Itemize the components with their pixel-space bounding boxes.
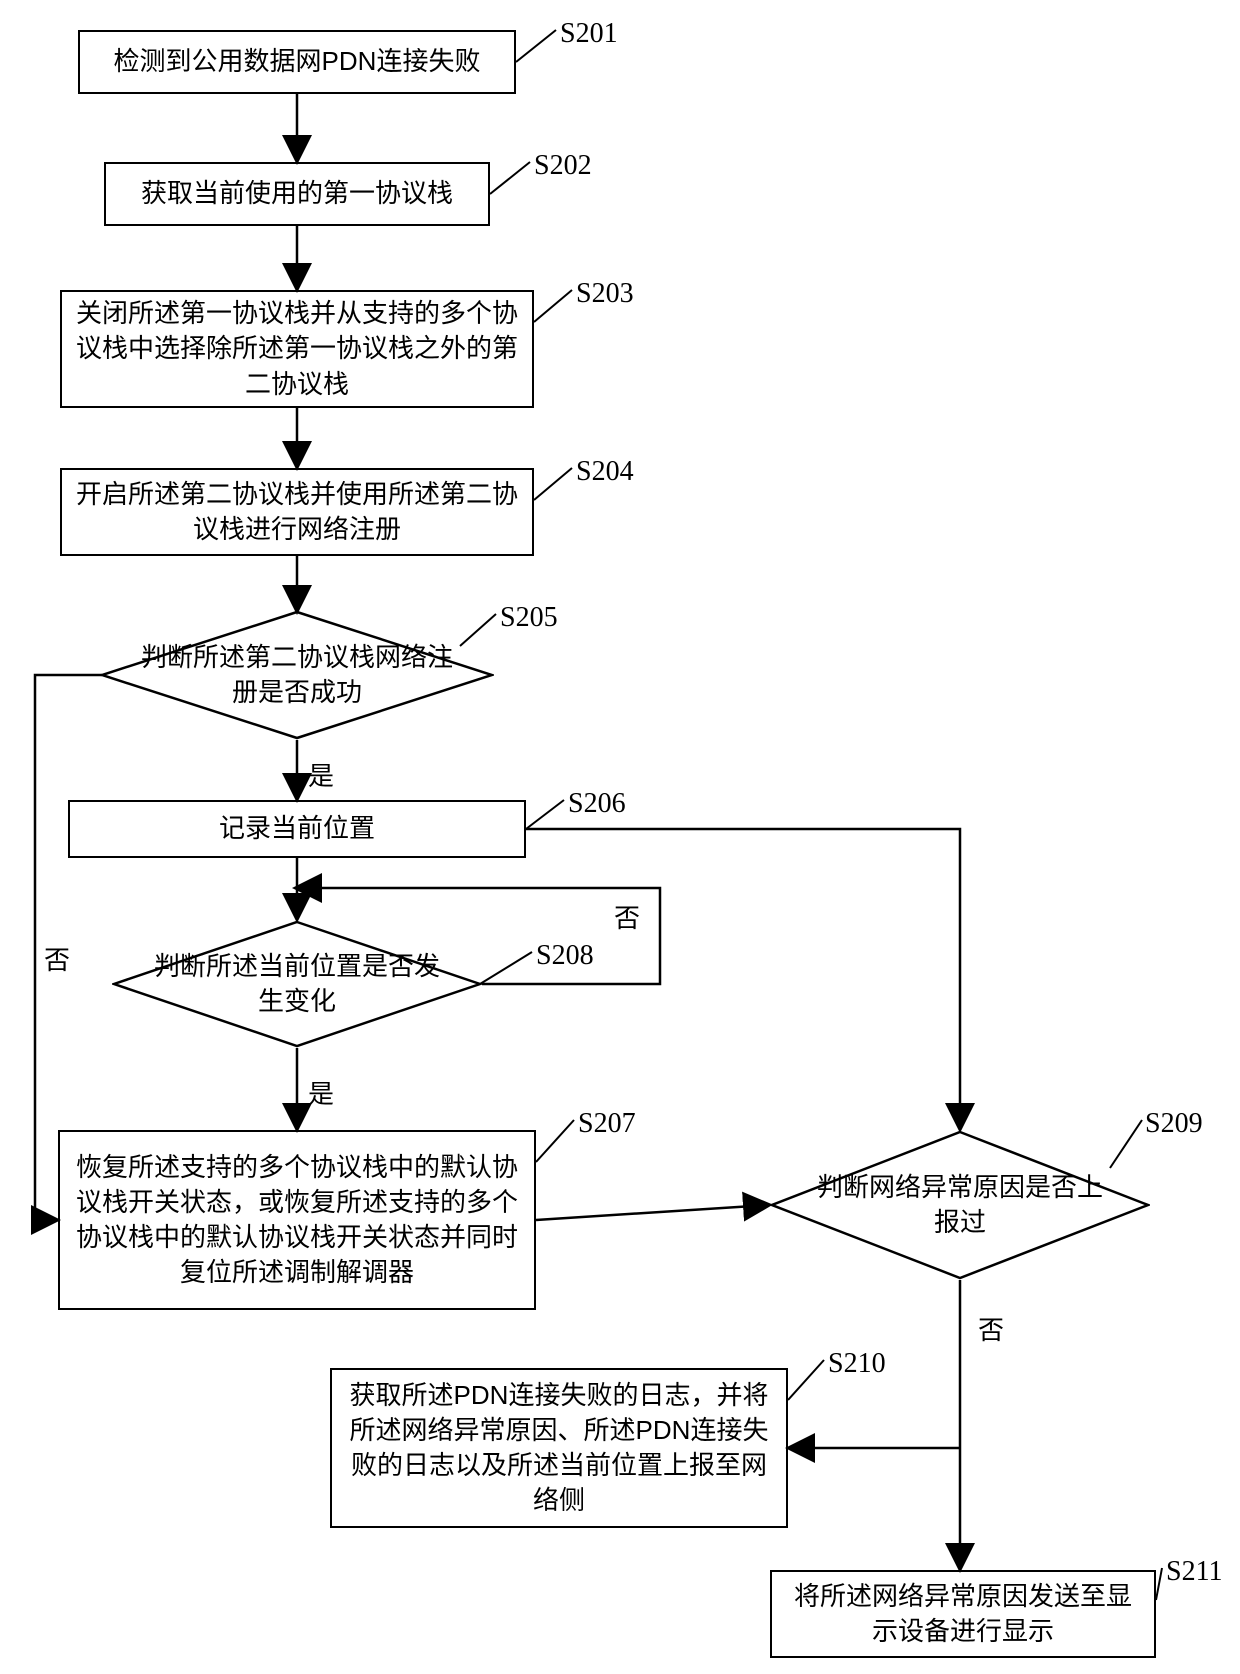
- process-box: 获取所述PDN连接失败的日志，并将所述网络异常原因、所述PDN连接失败的日志以及…: [330, 1368, 788, 1528]
- decision-diamond: 判断网络异常原因是否上报过: [770, 1130, 1150, 1280]
- node-text: 将所述网络异常原因发送至显示设备进行显示: [784, 1579, 1142, 1649]
- process-box: 将所述网络异常原因发送至显示设备进行显示: [770, 1570, 1156, 1658]
- edge-label-no: 否: [978, 1310, 1004, 1347]
- process-box: 检测到公用数据网PDN连接失败: [78, 30, 516, 94]
- node-text: 关闭所述第一协议栈并从支持的多个协议栈中选择除所述第一协议栈之外的第二协议栈: [74, 296, 520, 401]
- step-label: S202: [534, 150, 592, 182]
- edge-label-yes: 是: [308, 756, 334, 793]
- step-label: S209: [1145, 1108, 1203, 1140]
- step-label: S203: [576, 278, 634, 310]
- process-box: 获取当前使用的第一协议栈: [104, 162, 490, 226]
- decision-diamond: 判断所述当前位置是否发生变化: [112, 920, 482, 1048]
- node-text: 获取当前使用的第一协议栈: [141, 176, 453, 211]
- edge-label-yes: 是: [308, 1074, 334, 1111]
- node-text: 判断所述当前位置是否发生变化: [152, 949, 442, 1019]
- node-text: 获取所述PDN连接失败的日志，并将所述网络异常原因、所述PDN连接失败的日志以及…: [344, 1378, 774, 1518]
- process-box: 记录当前位置: [68, 800, 526, 858]
- process-box: 恢复所述支持的多个协议栈中的默认协议栈开关状态，或恢复所述支持的多个协议栈中的默…: [58, 1130, 536, 1310]
- node-text: 判断所述第二协议栈网络注册是否成功: [140, 640, 454, 710]
- step-label: S204: [576, 456, 634, 488]
- step-label: S211: [1166, 1556, 1223, 1588]
- process-box: 关闭所述第一协议栈并从支持的多个协议栈中选择除所述第一协议栈之外的第二协议栈: [60, 290, 534, 408]
- node-text: 恢复所述支持的多个协议栈中的默认协议栈开关状态，或恢复所述支持的多个协议栈中的默…: [72, 1150, 522, 1290]
- step-label: S208: [536, 940, 594, 972]
- step-label: S201: [560, 18, 618, 50]
- node-text: 检测到公用数据网PDN连接失败: [114, 44, 481, 79]
- step-label: S210: [828, 1348, 886, 1380]
- step-label: S205: [500, 602, 558, 634]
- node-text: 记录当前位置: [219, 811, 375, 846]
- step-label: S207: [578, 1108, 636, 1140]
- edge-label-no: 否: [614, 898, 640, 935]
- step-label: S206: [568, 788, 626, 820]
- process-box: 开启所述第二协议栈并使用所述第二协议栈进行网络注册: [60, 468, 534, 556]
- decision-diamond: 判断所述第二协议栈网络注册是否成功: [100, 610, 494, 740]
- node-text: 开启所述第二协议栈并使用所述第二协议栈进行网络注册: [74, 477, 520, 547]
- edge-label-no: 否: [44, 940, 70, 977]
- node-text: 判断网络异常原因是否上报过: [810, 1170, 1110, 1240]
